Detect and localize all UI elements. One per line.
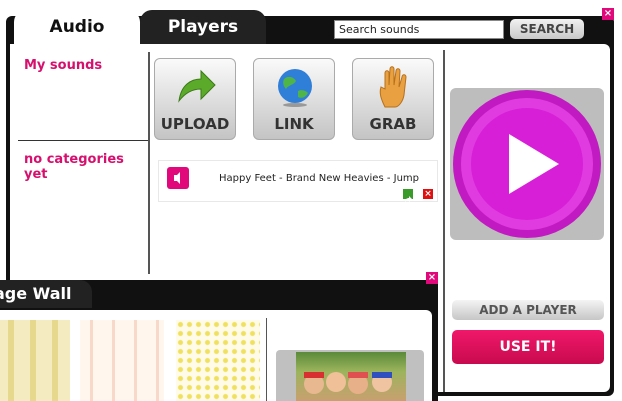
wall-tile[interactable] (80, 320, 164, 401)
upload-label: UPLOAD (160, 115, 230, 133)
delete-icon[interactable]: × (423, 189, 433, 199)
share-icon[interactable] (403, 189, 413, 202)
sound-title: Happy Feet - Brand New Heavies - Jump (219, 173, 419, 184)
wall-tile[interactable] (0, 320, 70, 401)
photo-preview-frame (276, 350, 424, 401)
link-label: LINK (274, 115, 314, 133)
green-arrow-icon (178, 69, 216, 103)
sidebar: My sounds no categories yet (10, 44, 148, 274)
player-preview (450, 88, 604, 240)
wall-close-button[interactable]: × (426, 272, 438, 284)
tab-image-wall[interactable]: age Wall (0, 280, 92, 308)
speaker-icon (167, 167, 189, 189)
play-icon[interactable] (451, 88, 603, 240)
grab-button[interactable]: GRAB (352, 58, 434, 140)
photo-thumbnail[interactable] (296, 352, 406, 401)
use-it-button[interactable]: USE IT! (452, 330, 604, 364)
grab-label: GRAB (369, 115, 417, 133)
sidebar-categories-text: no categories yet (24, 152, 124, 182)
audio-close-button[interactable]: × (602, 8, 614, 20)
tab-audio[interactable]: Audio (14, 10, 140, 44)
hand-icon (379, 66, 407, 108)
tab-players[interactable]: Players (140, 10, 266, 44)
upload-button[interactable]: UPLOAD (154, 58, 236, 140)
list-item[interactable]: Happy Feet - Brand New Heavies - Jump × (158, 160, 438, 202)
image-wall-tab-label: age Wall (0, 284, 72, 303)
player-separator (443, 50, 445, 392)
search-input[interactable]: Search sounds (334, 20, 504, 39)
image-wall-window: × age Wall (0, 272, 438, 401)
search-button[interactable]: SEARCH (510, 19, 584, 39)
add-player-button[interactable]: ADD A PLAYER (452, 300, 604, 320)
wall-separator (266, 318, 267, 401)
sidebar-divider (18, 140, 148, 141)
globe-icon (278, 69, 312, 107)
sidebar-item-my-sounds[interactable]: My sounds (24, 58, 144, 73)
sidebar-separator (148, 52, 150, 274)
wall-tile[interactable] (176, 320, 260, 401)
link-button[interactable]: LINK (253, 58, 335, 140)
